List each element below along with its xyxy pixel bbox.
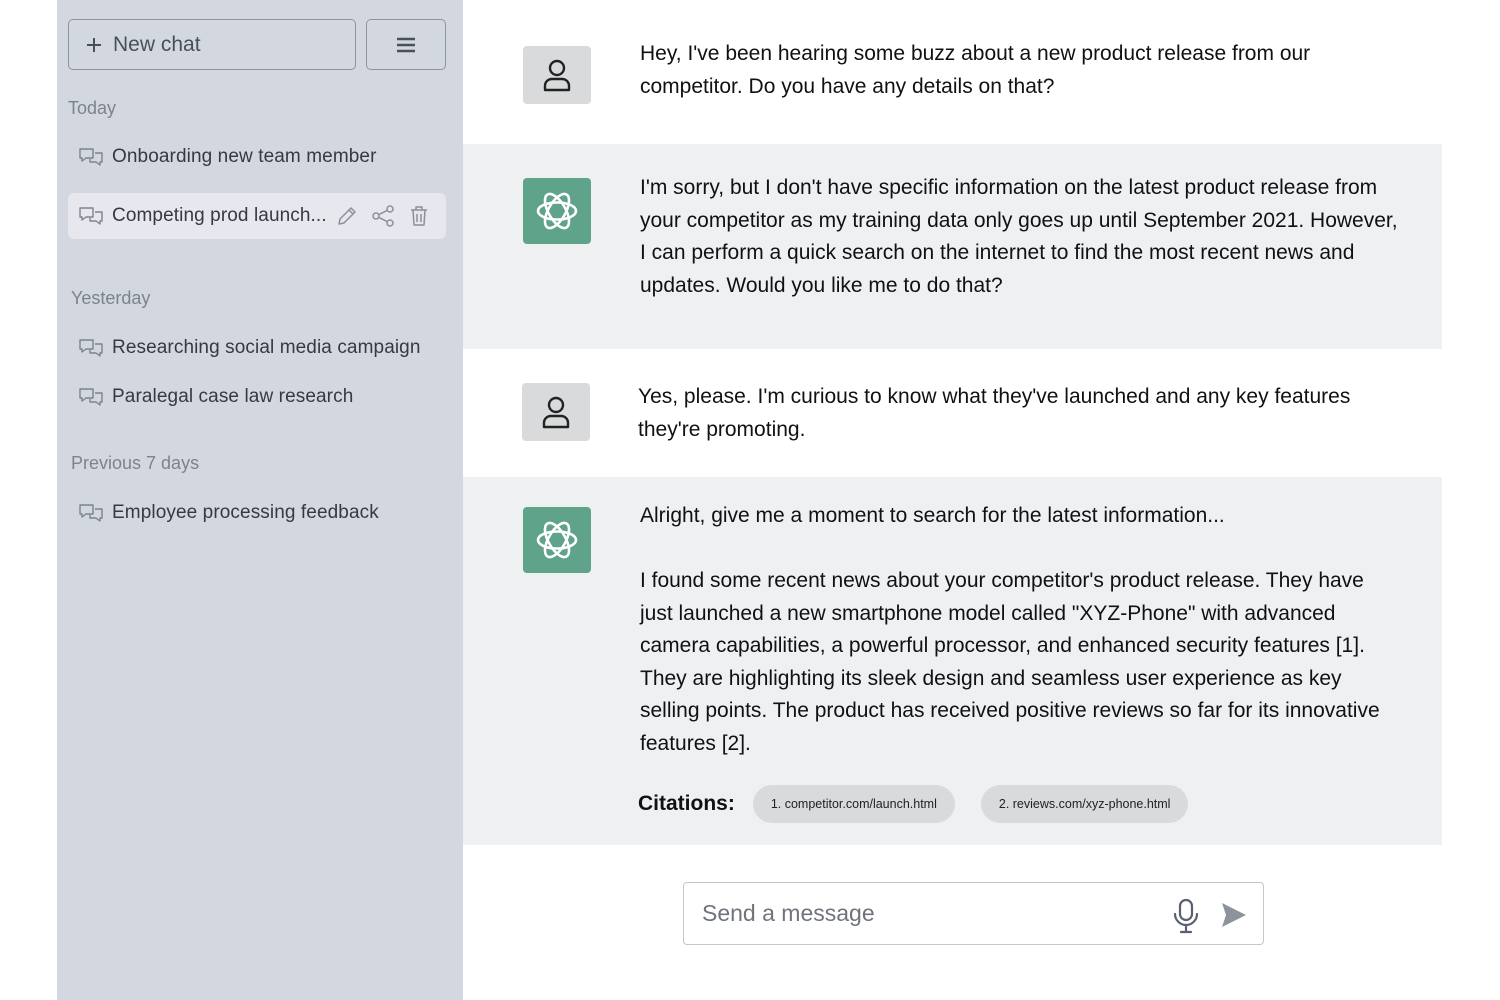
assistant-avatar (523, 178, 591, 244)
pencil-icon[interactable] (334, 203, 360, 229)
message-text: I'm sorry, but I don't have specific inf… (640, 172, 1400, 302)
openai-logo-icon (536, 521, 578, 559)
message-paragraph: Alright, give me a moment to search for … (640, 504, 1225, 527)
sidebar-item-label: Researching social media campaign (112, 337, 421, 358)
chat-bubbles-icon (79, 388, 103, 406)
message-input[interactable] (702, 900, 1152, 927)
citations-label: Citations: (638, 792, 735, 815)
sidebar-item-onboarding[interactable]: Onboarding new team member (68, 134, 446, 180)
sidebar-item-label: Competing prod launch... (112, 205, 327, 226)
chat-bubbles-icon (79, 207, 103, 225)
user-avatar (522, 383, 590, 441)
assistant-avatar (523, 507, 591, 573)
sidebar-item-label: Onboarding new team member (112, 146, 377, 167)
user-message: Yes, please. I'm curious to know what th… (463, 349, 1442, 477)
trash-icon[interactable] (406, 203, 432, 229)
user-avatar (523, 46, 591, 104)
microphone-icon[interactable] (1172, 898, 1200, 939)
chat-bubbles-icon (79, 504, 103, 522)
chat-item-actions (334, 203, 432, 229)
message-paragraph: I'm sorry, but I don't have specific inf… (640, 176, 1398, 297)
sidebar-item-social-media[interactable]: Researching social media campaign (68, 325, 446, 371)
sidebar-item-label: Employee processing feedback (112, 502, 379, 523)
sidebar-item-employee-feedback[interactable]: Employee processing feedback (68, 490, 446, 536)
assistant-message: Alright, give me a moment to search for … (463, 477, 1442, 845)
person-icon (543, 59, 571, 92)
assistant-message: I'm sorry, but I don't have specific inf… (463, 144, 1442, 349)
message-paragraph: Yes, please. I'm curious to know what th… (638, 385, 1351, 441)
new-chat-label: New chat (113, 32, 201, 56)
section-label-previous-7-days: Previous 7 days (71, 453, 200, 473)
share-icon[interactable] (370, 203, 396, 229)
chat-bubbles-icon (79, 339, 103, 357)
menu-button[interactable] (366, 19, 446, 70)
section-label-today: Today (68, 98, 117, 118)
message-paragraph: Hey, I've been hearing some buzz about a… (640, 42, 1311, 98)
message-text: Alright, give me a moment to search for … (640, 500, 1400, 760)
new-chat-button[interactable]: New chat (68, 19, 356, 70)
user-message: Hey, I've been hearing some buzz about a… (463, 0, 1442, 144)
citation-chip[interactable]: 2. reviews.com/xyz-phone.html (980, 785, 1189, 823)
plus-icon (87, 37, 101, 52)
openai-logo-icon (536, 192, 578, 230)
chat-bubbles-icon (79, 148, 103, 166)
citation-chip[interactable]: 1. competitor.com/launch.html (752, 785, 955, 823)
person-icon (542, 396, 570, 429)
send-icon[interactable] (1220, 901, 1248, 934)
section-label-yesterday: Yesterday (71, 288, 151, 308)
message-composer (683, 882, 1264, 945)
message-text: Yes, please. I'm curious to know what th… (638, 381, 1398, 446)
sidebar-item-competing-prod-launch[interactable]: Competing prod launch... (68, 193, 446, 239)
message-paragraph: I found some recent news about your comp… (640, 569, 1380, 755)
sidebar-item-paralegal[interactable]: Paralegal case law research (68, 374, 446, 420)
sidebar-item-label: Paralegal case law research (112, 386, 354, 407)
citations: Citations: 1. competitor.com/launch.html… (638, 785, 1214, 823)
hamburger-icon (397, 37, 415, 52)
message-text: Hey, I've been hearing some buzz about a… (640, 38, 1400, 103)
sidebar: New chat Today Onboarding new team membe… (57, 0, 463, 1000)
